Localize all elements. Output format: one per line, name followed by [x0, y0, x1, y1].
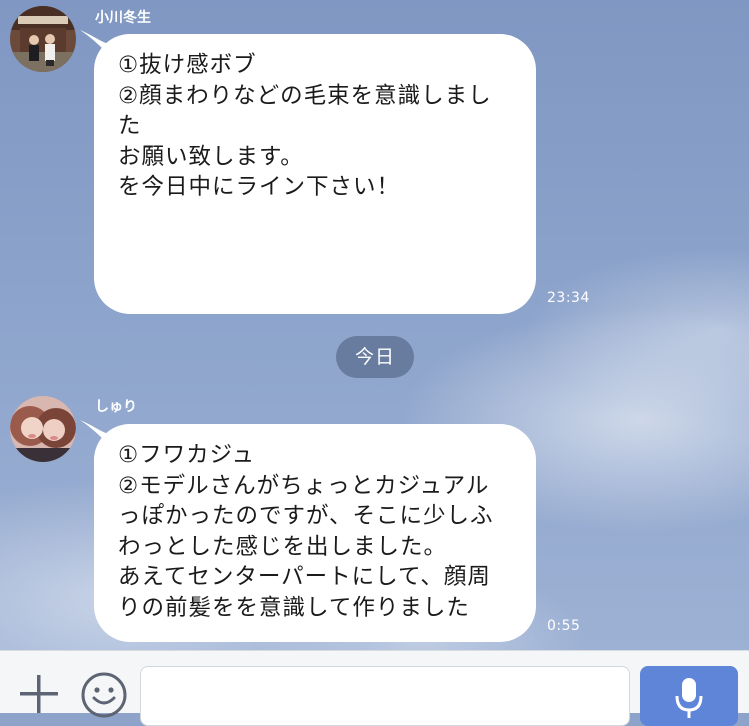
emoji-icon	[81, 672, 127, 718]
profile-photo-icon	[10, 396, 76, 462]
add-attachment-button[interactable]	[18, 673, 60, 715]
message-input-bar	[0, 650, 749, 726]
profile-photo-icon	[10, 6, 76, 72]
sender-avatar[interactable]	[10, 6, 76, 72]
message-line: を今日中にライン下さい！	[118, 174, 401, 200]
message-line: お願い致します。	[118, 143, 304, 170]
chat-area: 小川冬生 ①抜け感ボブ ②顔まわりなどの毛束を意識しまし た お願い致します。 …	[0, 0, 749, 650]
message-bubble[interactable]: ①フワカジュ ②モデルさんがちょっとカジュアル っぽかったのですが、そこに少しふ…	[94, 424, 536, 642]
plus-icon	[20, 675, 58, 713]
microphone-icon	[675, 678, 703, 718]
message-timestamp: 23:34	[547, 290, 590, 306]
message-line: っぽかったのですが、そこに少しふ	[118, 503, 494, 529]
message-line: わっとした感じを出しました。	[118, 533, 448, 560]
emoji-button[interactable]	[80, 671, 128, 719]
message-line: りの前髪をを意識して作りました	[118, 594, 470, 621]
voice-message-button[interactable]	[640, 666, 738, 726]
sender-name: 小川冬生	[95, 10, 151, 26]
message-line: ②モデルさんがちょっとカジュアル	[118, 472, 490, 499]
message-timestamp: 0:55	[547, 618, 581, 634]
message-bubble[interactable]: ①抜け感ボブ ②顔まわりなどの毛束を意識しまし た お願い致します。 を今日中に…	[94, 34, 536, 314]
sender-name: しゅり	[95, 399, 137, 415]
message-line: あえてセンターパートにして、顔周	[118, 564, 491, 590]
message-line: ②顔まわりなどの毛束を意識しまし	[118, 82, 492, 109]
message-line: ①フワカジュ	[118, 442, 256, 468]
message-line: た	[118, 113, 142, 139]
date-separator: 今日	[336, 336, 414, 378]
message-line: ①抜け感ボブ	[118, 52, 257, 78]
sender-avatar[interactable]	[10, 396, 76, 462]
message-input[interactable]	[140, 666, 630, 726]
